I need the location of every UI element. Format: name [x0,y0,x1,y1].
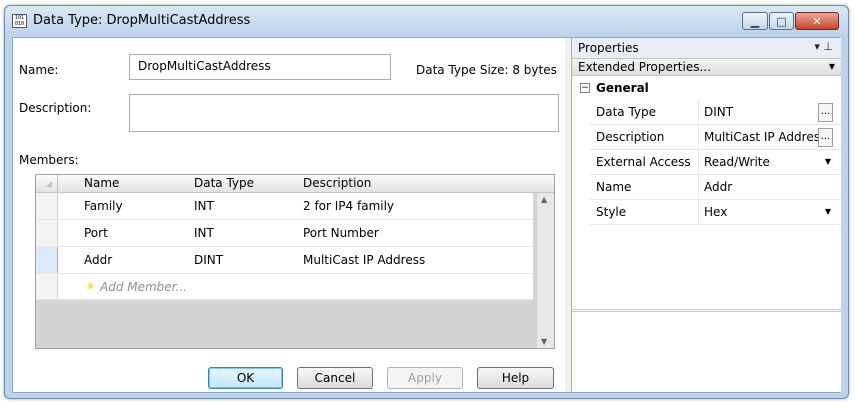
name-label: Name: [19,63,59,77]
minimize-icon: ▁ [750,14,760,28]
data-type-editor: Name: DropMultiCastAddress Data Type Siz… [13,38,565,392]
table-row[interactable]: Family INT 2 for IP4 family [36,193,533,220]
minimize-button[interactable]: ▁ [742,12,768,30]
row-selector[interactable] [36,220,58,246]
property-value[interactable]: MultiCast IP Address [704,130,820,144]
properties-title-bar: Properties ▾ ⊥ [572,38,841,58]
property-row-external-access[interactable]: External Access Read/Write ▼ [572,150,841,175]
add-member-placeholder[interactable]: Add Member... [100,280,187,294]
cancel-button[interactable]: Cancel [297,367,373,389]
grid-header: Name Data Type Description [36,175,554,193]
chevron-down-icon[interactable]: ▼ [825,207,831,216]
browse-button[interactable]: ... [818,128,833,147]
chevron-down-icon[interactable]: ▼ [825,157,831,166]
property-description-panel [572,309,841,392]
close-icon: ✕ [812,14,822,28]
ok-button[interactable]: OK [208,367,283,389]
property-row-name[interactable]: Name Addr [572,175,841,200]
property-row-data-type[interactable]: Data Type DINT ... [572,100,841,125]
category-label: General [596,81,649,95]
scroll-up-icon[interactable]: ▲ [541,195,547,204]
table-row[interactable]: Port INT Port Number [36,220,533,247]
column-header-description[interactable]: Description [303,176,371,190]
maximize-button[interactable]: □ [769,12,794,30]
property-key: Data Type [596,105,657,119]
data-type-size: Data Type Size: 8 bytes [416,63,557,77]
property-key: Style [596,205,627,219]
dropdown-selected-value: Extended Properties... [578,60,711,74]
property-row-description[interactable]: Description MultiCast IP Address ... [572,125,841,150]
member-description[interactable]: MultiCast IP Address [303,253,425,267]
chevron-down-icon: ▼ [828,62,835,71]
member-name[interactable]: Family [84,199,123,213]
new-row-star-icon: ✳ [86,280,96,293]
dialog-window: 101 010 Data Type: DropMultiCastAddress … [4,5,849,399]
title-bar[interactable]: 101 010 Data Type: DropMultiCastAddress … [5,6,848,36]
property-value[interactable]: Hex [704,205,824,219]
name-input[interactable]: DropMultiCastAddress [129,54,391,80]
members-grid: Name Data Type Description Family INT 2 … [35,174,555,349]
members-label: Members: [19,153,79,167]
property-value[interactable]: Addr [704,180,824,194]
data-type-icon: 101 010 [12,14,27,28]
collapse-icon[interactable]: − [580,83,590,93]
member-description[interactable]: Port Number [303,226,379,240]
row-selector[interactable] [36,193,58,219]
grid-vertical-scrollbar[interactable]: ▲ ▼ [536,193,554,348]
property-key: Description [596,130,665,144]
scroll-down-icon[interactable]: ▼ [541,337,547,346]
member-data-type[interactable]: INT [194,199,214,213]
properties-title: Properties [578,41,639,55]
pin-icon[interactable]: ▾ ⊥ [814,40,833,53]
category-general[interactable]: − General [572,78,841,100]
property-value[interactable]: DINT [704,105,824,119]
window-title: Data Type: DropMultiCastAddress [33,13,251,28]
apply-button[interactable]: Apply [387,367,463,389]
description-label: Description: [19,101,92,115]
select-all-corner[interactable] [36,175,58,193]
row-selector[interactable] [36,247,58,273]
row-selector[interactable] [36,274,58,299]
member-name[interactable]: Addr [84,253,112,267]
column-header-data-type[interactable]: Data Type [194,176,254,190]
add-member-row[interactable]: ✳ Add Member... [36,274,533,300]
property-row-style[interactable]: Style Hex ▼ [572,200,841,225]
dialog-content: Name: DropMultiCastAddress Data Type Siz… [12,37,841,393]
member-data-type[interactable]: INT [194,226,214,240]
table-row[interactable]: Addr DINT MultiCast IP Address [36,247,533,274]
member-name[interactable]: Port [84,226,108,240]
member-description[interactable]: 2 for IP4 family [303,199,394,213]
member-data-type[interactable]: DINT [194,253,223,267]
browse-button[interactable]: ... [818,103,833,122]
help-button[interactable]: Help [477,367,554,389]
column-header-name[interactable]: Name [84,176,119,190]
extended-properties-dropdown[interactable]: Extended Properties... ▼ [572,58,841,76]
property-key: External Access [596,155,691,169]
property-key: Name [596,180,632,194]
property-value[interactable]: Read/Write [704,155,824,169]
maximize-icon: □ [776,14,787,28]
close-button[interactable]: ✕ [795,12,839,30]
description-input[interactable] [129,94,559,132]
properties-pane: Properties ▾ ⊥ Extended Properties... ▼ … [571,38,841,392]
